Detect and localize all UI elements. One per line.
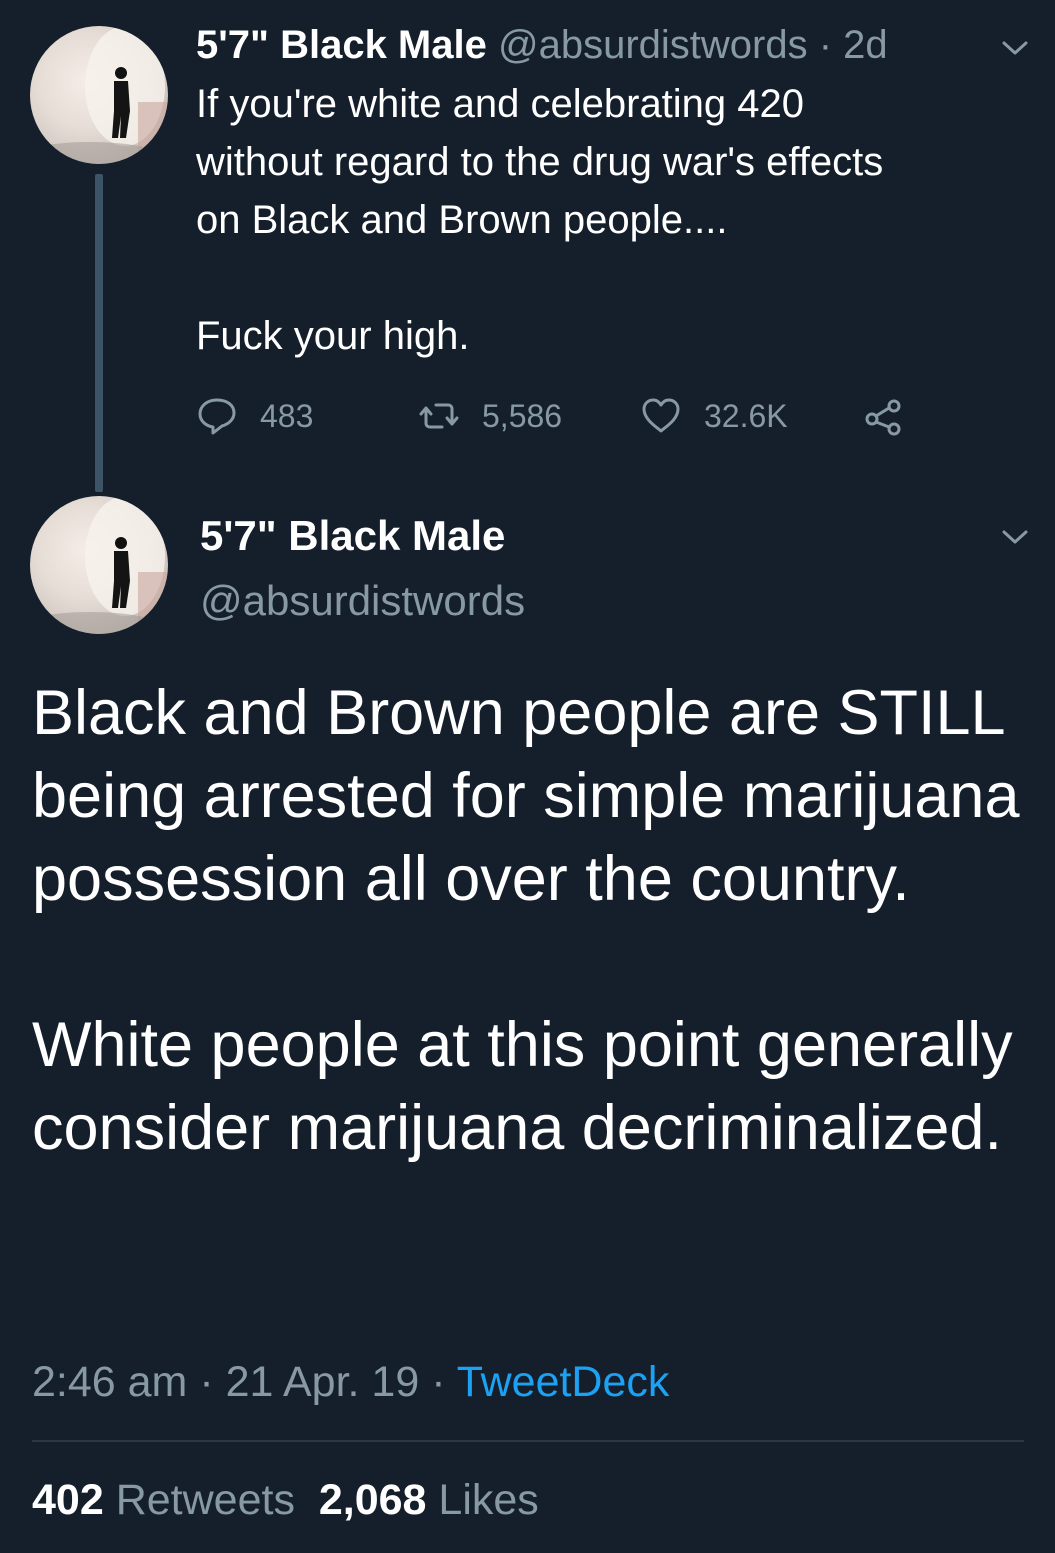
display-name[interactable]: 5'7" Black Male bbox=[196, 23, 487, 67]
avatar-image bbox=[30, 496, 168, 634]
reply-count: 483 bbox=[260, 397, 314, 434]
avatar[interactable] bbox=[30, 496, 168, 634]
tweet-text: If you're white and celebrating 420 with… bbox=[196, 75, 996, 365]
tweet-header: 5'7" Black Male @absurdistwords · 2d bbox=[196, 20, 888, 70]
retweet-button[interactable]: 5,586 bbox=[418, 392, 562, 440]
tweet-time-ago[interactable]: 2d bbox=[843, 23, 888, 67]
like-label: Likes bbox=[438, 1476, 539, 1524]
tweet-source-link[interactable]: TweetDeck bbox=[457, 1358, 670, 1406]
chevron-down-icon bbox=[1002, 530, 1028, 544]
tweet-text: Black and Brown people are STILL being a… bbox=[32, 672, 1032, 1170]
share-button[interactable] bbox=[862, 392, 926, 440]
likes-stat[interactable]: 2,068 Likes bbox=[319, 1476, 539, 1524]
tweet-paragraph: White people at this point generally con… bbox=[32, 1010, 1013, 1163]
share-icon bbox=[865, 399, 901, 436]
avatar[interactable] bbox=[30, 26, 168, 164]
user-handle[interactable]: @absurdistwords bbox=[498, 23, 808, 67]
reply-button[interactable]: 483 bbox=[196, 392, 313, 440]
retweets-stat[interactable]: 402 Retweets bbox=[32, 1476, 295, 1524]
user-handle[interactable]: @absurdistwords bbox=[200, 575, 525, 627]
retweet-label: Retweets bbox=[115, 1476, 295, 1524]
separator-dot: · bbox=[187, 1358, 226, 1406]
tweet-text-line: on Black and Brown people.... bbox=[196, 198, 728, 242]
reply-icon bbox=[198, 398, 236, 435]
tweet-time: 2:46 am bbox=[32, 1358, 188, 1406]
like-count: 32.6K bbox=[704, 397, 788, 434]
divider bbox=[32, 1440, 1024, 1442]
thread-line bbox=[95, 174, 103, 492]
tweet-text-line: without regard to the drug war's effects bbox=[196, 140, 884, 184]
like-button[interactable]: 32.6K bbox=[640, 392, 788, 440]
tweet-stats: 402 Retweets 2,068 Likes bbox=[32, 1472, 539, 1528]
retweet-icon bbox=[419, 403, 459, 429]
like-total: 2,068 bbox=[318, 1476, 427, 1524]
avatar-image bbox=[30, 26, 168, 164]
tweet-meta: 2:46 am · 21 Apr. 19 · TweetDeck bbox=[32, 1354, 669, 1410]
display-name[interactable]: 5'7" Black Male bbox=[200, 510, 505, 562]
chevron-down-icon bbox=[1002, 41, 1028, 55]
tweet-menu-chevron[interactable] bbox=[1000, 38, 1030, 63]
tweet-text-line: If you're white and celebrating 420 bbox=[196, 82, 805, 126]
tweet-text-line: Fuck your high. bbox=[196, 314, 470, 358]
retweet-total: 402 bbox=[32, 1476, 104, 1524]
tweet-paragraph: Black and Brown people are STILL being a… bbox=[32, 678, 1020, 914]
separator-dot: · bbox=[419, 1358, 457, 1406]
tweet-menu-chevron[interactable] bbox=[1000, 527, 1030, 552]
tweet-date: 21 Apr. 19 bbox=[225, 1358, 420, 1406]
heart-icon bbox=[642, 398, 680, 433]
retweet-count: 5,586 bbox=[482, 397, 563, 434]
separator-dot: · bbox=[818, 23, 833, 67]
